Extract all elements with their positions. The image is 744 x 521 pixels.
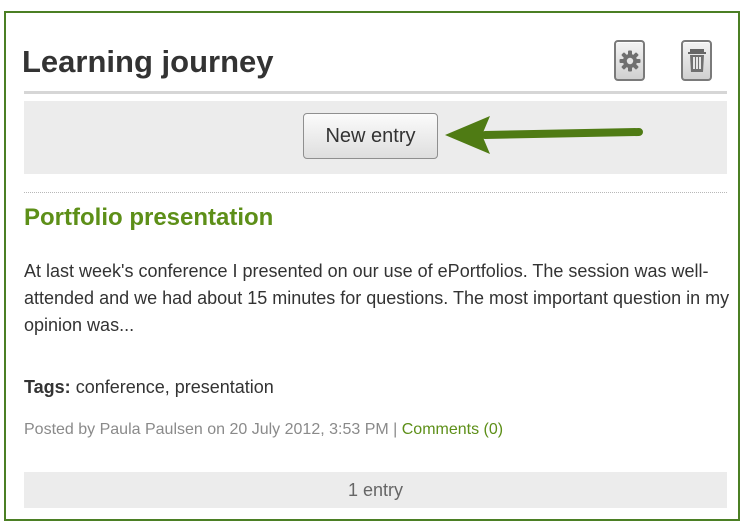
left-arrow-icon [445, 116, 643, 154]
tags-label: Tags: [24, 377, 71, 397]
new-entry-button[interactable]: New entry [303, 113, 438, 159]
meta-separator: | [393, 421, 398, 438]
entry-title-link[interactable]: Portfolio presentation [24, 202, 273, 234]
trash-icon [687, 48, 706, 72]
entry-divider [24, 192, 727, 193]
title-divider [24, 91, 727, 94]
posted-info: Posted by Paula Paulsen on 20 July 2012,… [24, 421, 389, 438]
entry-tags: Tags: conference, presentation [24, 374, 274, 401]
tags-value: conference, presentation [75, 377, 274, 397]
entry-count: 1 entry [24, 472, 727, 508]
gear-icon [619, 50, 640, 71]
entry-body: At last week's conference I presented on… [24, 261, 730, 335]
entry-meta: Posted by Paula Paulsen on 20 July 2012,… [24, 418, 503, 442]
entry-toolbar: New entry [24, 101, 727, 174]
delete-button[interactable] [681, 40, 712, 81]
settings-button[interactable] [614, 40, 645, 81]
comments-link[interactable]: Comments (0) [402, 421, 503, 438]
block-title: Learning journey [22, 44, 274, 79]
